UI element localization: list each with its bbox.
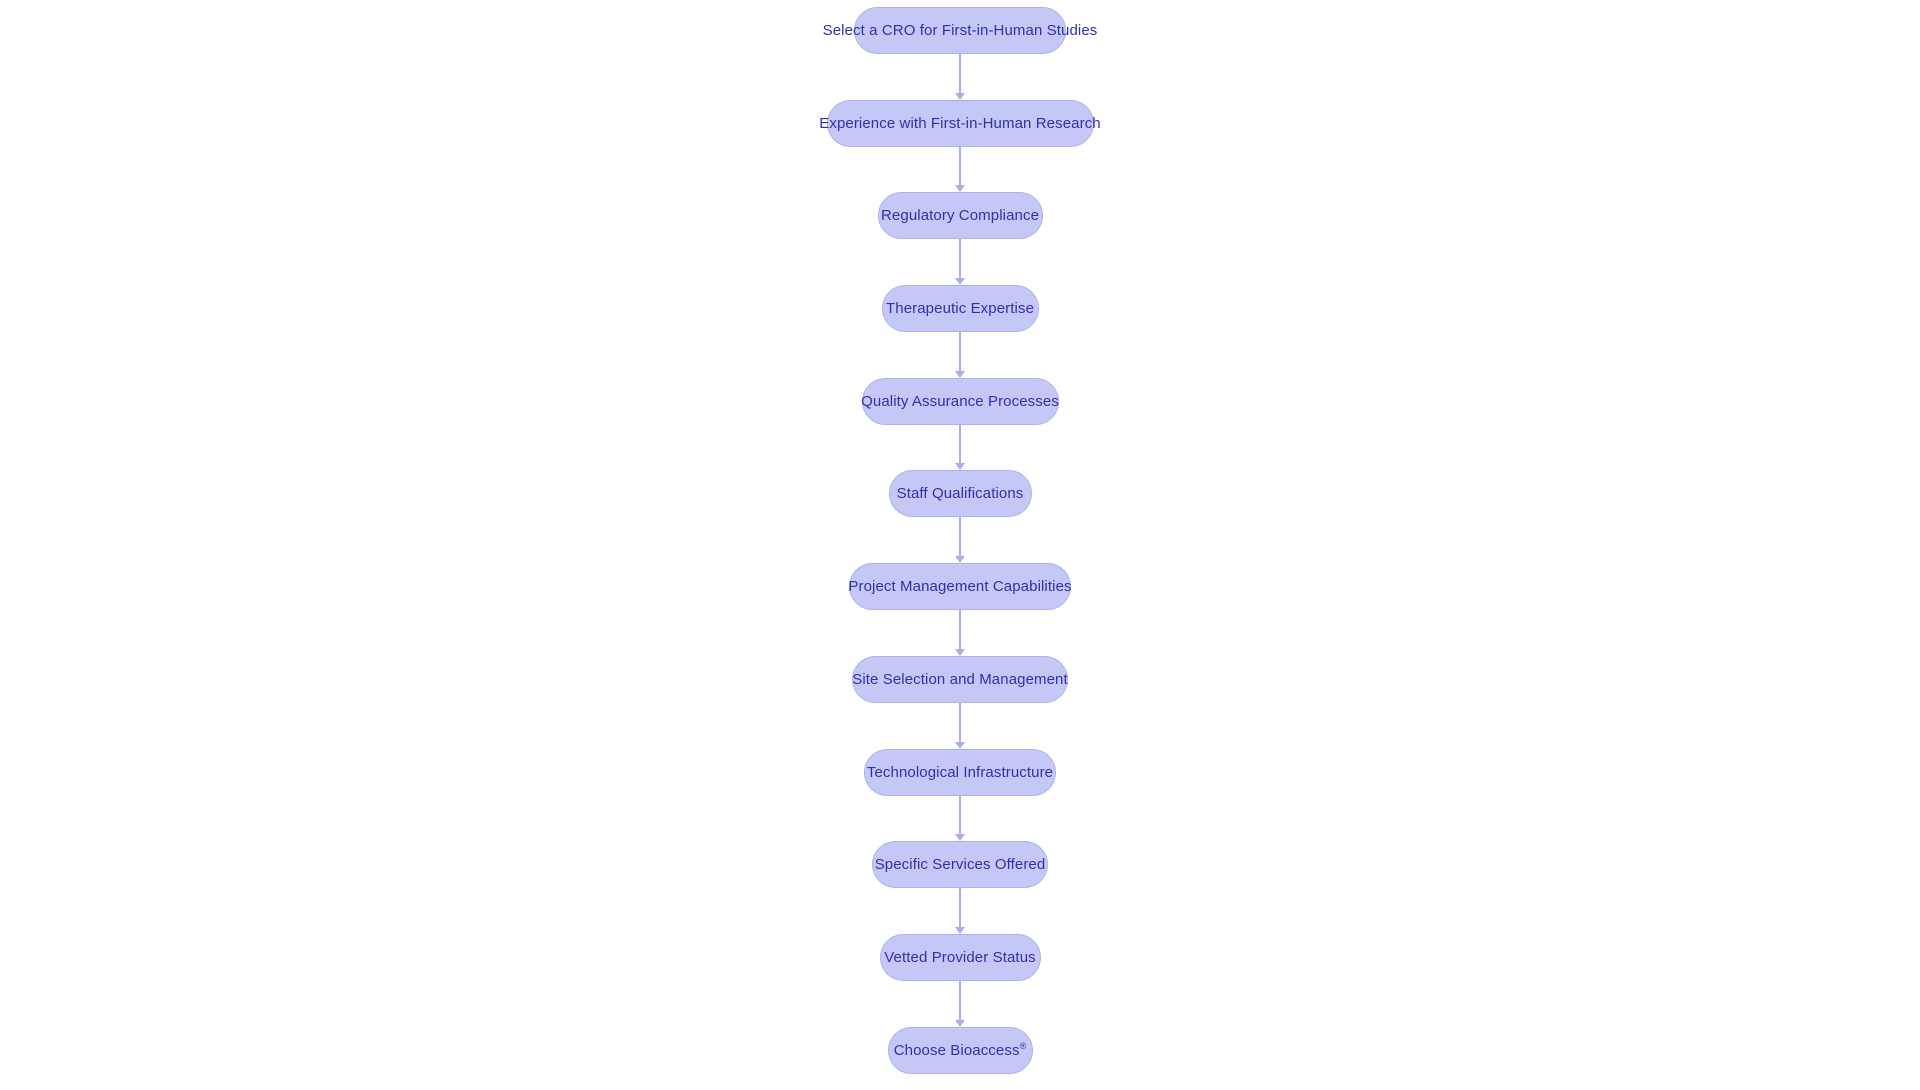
flow-connector-arrow bbox=[952, 980, 968, 1027]
arrow-head-icon bbox=[955, 834, 965, 842]
flow-connector-arrow bbox=[952, 54, 968, 100]
flow-node[interactable]: Select a CRO for First-in-Human Studies bbox=[823, 7, 1097, 54]
flow-connector-arrow bbox=[952, 795, 968, 842]
connector-line bbox=[959, 239, 961, 280]
flow-node-label: Therapeutic Expertise bbox=[886, 300, 1035, 318]
flow-node-label: Regulatory Compliance bbox=[881, 207, 1040, 225]
connector-line bbox=[959, 888, 961, 928]
flow-connector-arrow bbox=[952, 702, 968, 749]
arrow-head-icon bbox=[955, 92, 965, 100]
flow-node[interactable]: Experience with First-in-Human Research bbox=[819, 99, 1101, 147]
connector-line bbox=[959, 424, 961, 465]
flow-connector-arrow bbox=[952, 610, 968, 656]
flow-node-label: Quality Assurance Processes bbox=[861, 392, 1059, 410]
flow-node-label: Project Management Capabilities bbox=[848, 578, 1072, 596]
arrow-head-icon bbox=[955, 185, 965, 193]
connector-line bbox=[959, 702, 961, 743]
arrow-head-icon bbox=[955, 278, 965, 286]
flow-node-label: Choose Bioaccess® bbox=[893, 1040, 1027, 1059]
flowchart-canvas: Select a CRO for First-in-Human Studies E… bbox=[0, 0, 1920, 1083]
arrow-head-icon bbox=[955, 926, 965, 934]
flow-connector-arrow bbox=[952, 517, 968, 564]
flow-connector-arrow bbox=[952, 888, 968, 934]
connector-line bbox=[959, 54, 961, 94]
flow-connector-arrow bbox=[952, 146, 968, 193]
flow-node-label: Select a CRO for First-in-Human Studies bbox=[822, 22, 1098, 39]
flow-node[interactable]: Staff Qualifications bbox=[888, 470, 1032, 518]
flow-node-label: Technological Infrastructure bbox=[866, 763, 1054, 781]
flow-node[interactable]: Quality Assurance Processes bbox=[861, 377, 1059, 425]
connector-line bbox=[959, 517, 961, 558]
flow-node-label: Site Selection and Management bbox=[852, 670, 1068, 688]
arrow-head-icon bbox=[955, 648, 965, 656]
registered-trademark-icon: ® bbox=[1019, 1040, 1027, 1051]
flow-connector-arrow bbox=[952, 332, 968, 378]
flowchart-node-chain: Select a CRO for First-in-Human Studies E… bbox=[0, 0, 1920, 1090]
arrow-head-icon bbox=[955, 370, 965, 378]
flow-node-label: Experience with First-in-Human Research bbox=[819, 114, 1101, 132]
arrow-head-icon bbox=[955, 1019, 965, 1027]
arrow-head-icon bbox=[955, 741, 965, 749]
flow-node-label: Vetted Provider Status bbox=[884, 948, 1036, 966]
connector-line bbox=[959, 980, 961, 1021]
flow-node[interactable]: Site Selection and Management bbox=[852, 655, 1068, 703]
connector-line bbox=[959, 146, 961, 187]
flow-node[interactable]: Project Management Capabilities bbox=[848, 563, 1072, 611]
flow-node[interactable]: Vetted Provider Status bbox=[879, 933, 1041, 981]
flow-node-label: Specific Services Offered bbox=[874, 856, 1046, 874]
flow-node[interactable]: Regulatory Compliance bbox=[877, 192, 1043, 240]
flow-connector-arrow bbox=[952, 239, 968, 286]
connector-line bbox=[959, 610, 961, 650]
connector-line bbox=[959, 332, 961, 372]
flow-connector-arrow bbox=[952, 424, 968, 471]
arrow-head-icon bbox=[955, 463, 965, 471]
flow-node[interactable]: Therapeutic Expertise bbox=[881, 285, 1039, 333]
flow-node[interactable]: Specific Services Offered bbox=[872, 841, 1048, 889]
flow-node-label: Staff Qualifications bbox=[896, 485, 1024, 503]
flow-node[interactable]: Choose Bioaccess® bbox=[887, 1026, 1033, 1074]
flow-node[interactable]: Technological Infrastructure bbox=[864, 748, 1056, 796]
arrow-head-icon bbox=[955, 556, 965, 564]
connector-line bbox=[959, 795, 961, 836]
